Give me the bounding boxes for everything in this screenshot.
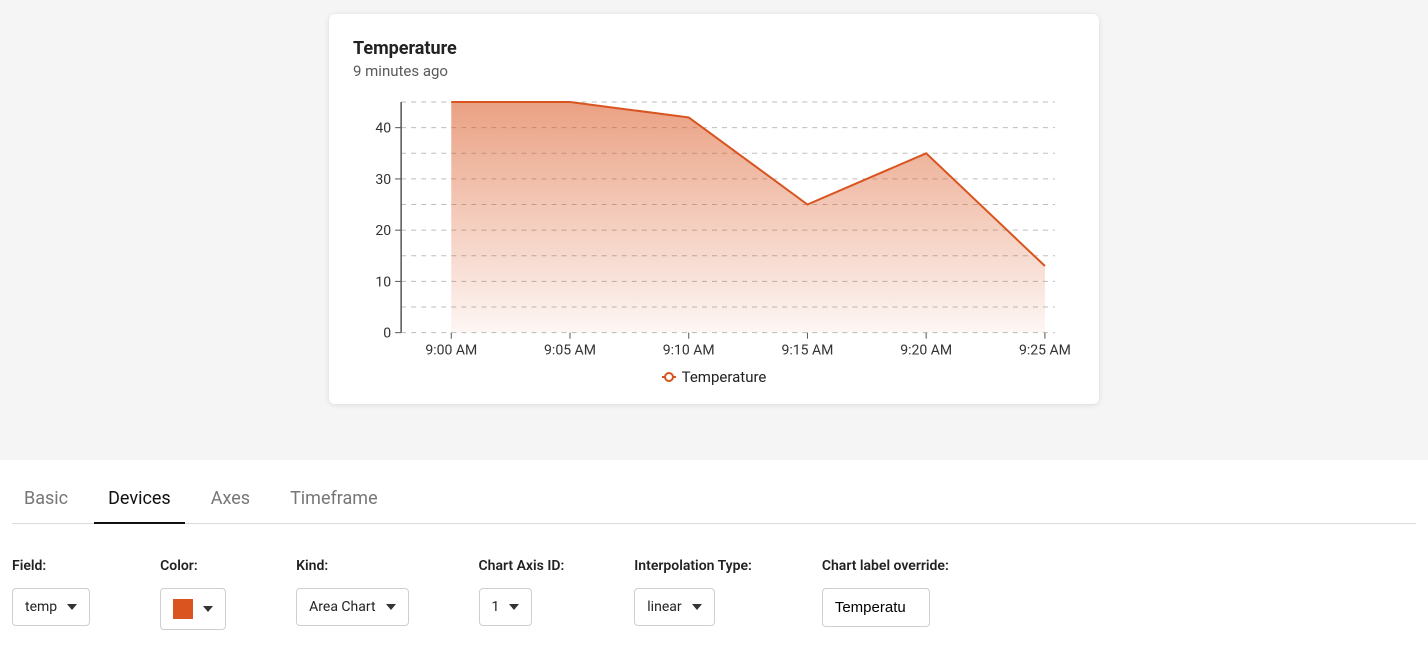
tab-axes[interactable]: Axes: [211, 488, 250, 523]
tabs: Basic Devices Axes Timeframe: [12, 460, 1416, 524]
form-group-color: Color:: [160, 558, 226, 630]
label-override-label: Chart label override:: [822, 558, 949, 574]
interpolation-select[interactable]: linear: [634, 588, 714, 626]
kind-label: Kind:: [296, 558, 328, 574]
tab-devices[interactable]: Devices: [108, 488, 171, 523]
axis-id-label: Chart Axis ID:: [479, 558, 565, 574]
form-group-kind: Kind: Area Chart: [296, 558, 408, 626]
label-override-input[interactable]: [822, 588, 930, 627]
form-group-interpolation: Interpolation Type: linear: [634, 558, 752, 626]
svg-text:20: 20: [375, 223, 391, 239]
config-panel: Basic Devices Axes Timeframe Field: temp Co…: [0, 460, 1428, 630]
form-group-axis-id: Chart Axis ID: 1: [479, 558, 565, 626]
chart: 0 10 20 30 40 9:00 AM 9:05 AM 9:10 AM 9:15 AM 9:2…: [353, 92, 1075, 363]
interpolation-label: Interpolation Type:: [634, 558, 752, 574]
preview-area: Temperature 9 minutes ago 0 10 20 30 40 9:00 …: [0, 0, 1428, 460]
form-group-label-override: Chart label override:: [822, 558, 949, 627]
svg-text:9:10 AM: 9:10 AM: [663, 342, 715, 358]
axis-id-select[interactable]: 1: [479, 588, 533, 626]
color-select[interactable]: [160, 588, 226, 630]
chevron-down-icon: [386, 604, 396, 610]
tab-basic[interactable]: Basic: [24, 488, 68, 523]
svg-text:30: 30: [375, 172, 391, 188]
kind-value: Area Chart: [309, 599, 375, 615]
interpolation-value: linear: [647, 599, 681, 615]
card-title: Temperature: [353, 38, 1075, 60]
field-select[interactable]: temp: [12, 588, 90, 626]
svg-text:9:25 AM: 9:25 AM: [1019, 342, 1071, 358]
chart-card: Temperature 9 minutes ago 0 10 20 30 40 9:00 …: [329, 14, 1099, 404]
svg-text:9:00 AM: 9:00 AM: [425, 342, 477, 358]
form-group-field: Field: temp: [12, 558, 90, 626]
svg-text:0: 0: [383, 325, 391, 341]
kind-select[interactable]: Area Chart: [296, 588, 408, 626]
field-label: Field:: [12, 558, 46, 574]
svg-text:9:15 AM: 9:15 AM: [782, 342, 834, 358]
chevron-down-icon: [692, 604, 702, 610]
axis-id-value: 1: [492, 599, 500, 615]
chevron-down-icon: [67, 604, 77, 610]
area-chart-svg: 0 10 20 30 40 9:00 AM 9:05 AM 9:10 AM 9:15 AM 9:2…: [353, 92, 1075, 363]
chart-legend: Temperature: [353, 368, 1075, 386]
svg-text:9:05 AM: 9:05 AM: [544, 342, 596, 358]
card-subtitle: 9 minutes ago: [353, 62, 1075, 80]
svg-text:9:20 AM: 9:20 AM: [900, 342, 952, 358]
svg-text:40: 40: [375, 120, 391, 136]
chevron-down-icon: [509, 604, 519, 610]
tab-timeframe[interactable]: Timeframe: [290, 488, 378, 523]
svg-text:10: 10: [375, 274, 391, 290]
chevron-down-icon: [203, 606, 213, 612]
field-value: temp: [25, 599, 57, 615]
legend-label: Temperature: [682, 368, 767, 386]
color-label: Color:: [160, 558, 198, 574]
color-swatch-icon: [173, 599, 193, 619]
form-row: Field: temp Color: Kind: Area Chart Char…: [12, 524, 1416, 630]
legend-swatch-icon: [662, 376, 676, 378]
